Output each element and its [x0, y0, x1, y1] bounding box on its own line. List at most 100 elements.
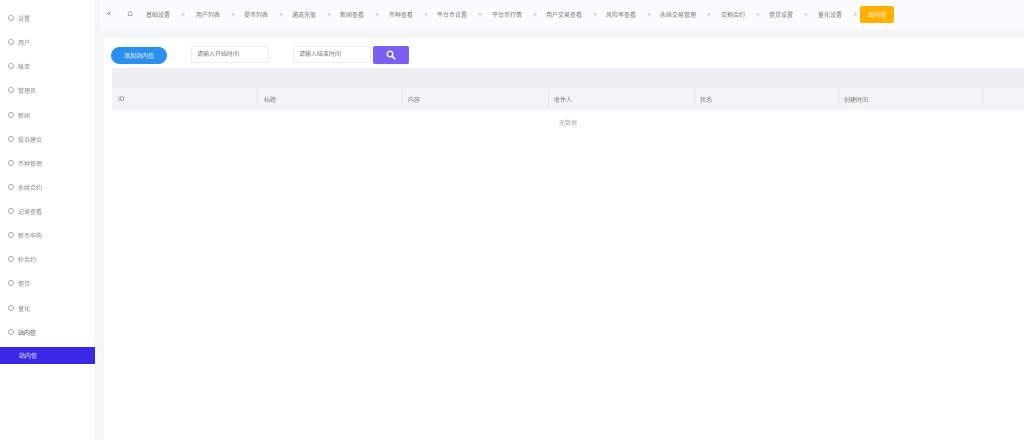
- close-icon[interactable]: ×: [231, 12, 235, 18]
- sidebar-item-seconds[interactable]: 秒合约: [0, 252, 95, 266]
- tab-loan-settings[interactable]: 借贷设置 ×: [769, 7, 808, 22]
- sidebar-item-label: 永续合约: [18, 184, 43, 192]
- tab-label: 借贷设置: [769, 12, 794, 19]
- tab-perpetual-trade[interactable]: 永续交易管理 ×: [660, 7, 711, 22]
- tab-label: 通道充值: [292, 12, 317, 19]
- tab-user-list[interactable]: 用户列表 ×: [196, 7, 235, 22]
- tab-label: 提币列表: [244, 12, 269, 19]
- seconds-icon: [8, 256, 14, 262]
- record-icon: [8, 208, 14, 214]
- sidebar-item-users[interactable]: 用户: [0, 35, 95, 49]
- bill-icon: [8, 63, 14, 69]
- column-divider: [548, 89, 549, 110]
- close-icon[interactable]: ×: [647, 12, 651, 18]
- close-icon[interactable]: ×: [327, 12, 331, 18]
- tab-platform-coin-market[interactable]: 平台币行情 ×: [492, 7, 537, 22]
- sidebar-item-label: 帐单: [18, 63, 31, 71]
- bell-icon: [8, 329, 14, 335]
- close-icon[interactable]: ×: [424, 12, 428, 18]
- column-divider: [402, 89, 403, 110]
- tab-basic-settings[interactable]: 基础设置 ×: [146, 7, 185, 22]
- close-icon[interactable]: ×: [593, 12, 597, 18]
- tab-label: 永续交易管理: [660, 12, 697, 19]
- sidebar-item-newcoin[interactable]: 新币申购: [0, 228, 95, 242]
- table-header: ID 标题 内容 收件人 状态 创建时间: [112, 89, 1024, 110]
- sidebar-subitem-label: 站内信: [19, 353, 38, 360]
- sidebar-item-admin[interactable]: 管理员: [0, 83, 95, 97]
- sidebar-item-feedback[interactable]: 投诉建议: [0, 132, 95, 146]
- sidebar-item-label: 币种管理: [18, 160, 43, 168]
- sidebar: 设置 用户 帐单 管理员 新闻 投诉建议 币种管理 永续合约 记录查看 新币申购…: [0, 0, 95, 440]
- close-icon[interactable]: ×: [478, 12, 482, 18]
- column-header-title: 标题: [264, 97, 277, 104]
- sidebar-item-label: 投诉建议: [18, 136, 43, 144]
- sidebar-item-bills[interactable]: 帐单: [0, 59, 95, 73]
- tab-news-view[interactable]: 新闻查看 ×: [340, 7, 379, 22]
- coin-icon: [8, 160, 14, 166]
- sidebar-item-quant[interactable]: 量化: [0, 301, 95, 315]
- tab-label: 币种查看: [389, 12, 414, 19]
- collapse-icon[interactable]: «: [104, 8, 114, 20]
- home-icon[interactable]: ⌂: [125, 8, 135, 20]
- admin-icon: [8, 87, 14, 93]
- tab-recharge[interactable]: 通道充值 ×: [292, 7, 331, 22]
- gear-icon: [8, 15, 14, 21]
- sidebar-item-label: 记录查看: [18, 208, 43, 216]
- sidebar-item-news[interactable]: 新闻: [0, 108, 95, 122]
- tab-withdraw-list[interactable]: 提币列表 ×: [244, 7, 283, 22]
- column-header-status: 状态: [700, 97, 713, 104]
- sidebar-subitem-messages[interactable]: 站内信: [0, 347, 95, 364]
- tab-label: 平台币行情: [492, 12, 523, 19]
- tab-quant-settings[interactable]: 量化设置 ×: [818, 7, 857, 22]
- column-divider: [257, 89, 258, 110]
- sidebar-item-settings[interactable]: 设置: [0, 11, 95, 25]
- quant-icon: [8, 305, 14, 311]
- empty-state-text: 无数据: [558, 120, 577, 127]
- table-toolbar: [112, 68, 1024, 89]
- tab-label: 用户交易查看: [546, 12, 583, 19]
- close-icon[interactable]: ×: [804, 12, 808, 18]
- column-divider: [694, 89, 695, 110]
- column-divider: [982, 89, 983, 110]
- search-button[interactable]: [373, 46, 409, 64]
- column-header-id: ID: [118, 96, 125, 103]
- sidebar-item-records[interactable]: 记录查看: [0, 204, 95, 218]
- sidebar-item-label: 新闻: [18, 112, 31, 120]
- sidebar-item-coins[interactable]: 币种管理: [0, 156, 95, 170]
- start-time-input[interactable]: [191, 46, 269, 63]
- tab-label: 新闻查看: [340, 12, 365, 19]
- tab-label: 平台币设置: [437, 12, 468, 19]
- tab-risk-rate[interactable]: 风险率查看 ×: [606, 7, 651, 22]
- feedback-icon: [8, 136, 14, 142]
- tab-platform-coin-settings[interactable]: 平台币设置 ×: [437, 7, 482, 22]
- tab-label: 量化设置: [818, 12, 843, 19]
- newcoin-icon: [8, 232, 14, 238]
- tab-user-trades[interactable]: 用户交易查看 ×: [546, 7, 597, 22]
- sidebar-item-loan[interactable]: 借贷: [0, 276, 95, 290]
- add-message-button[interactable]: 添加站内信: [111, 47, 167, 64]
- close-icon[interactable]: ×: [533, 12, 537, 18]
- column-header-content: 内容: [408, 97, 421, 104]
- contract-icon: [8, 184, 14, 190]
- close-icon[interactable]: ×: [375, 12, 379, 18]
- tab-label: 交割合约: [721, 12, 746, 19]
- tab-label: 站内信: [868, 12, 887, 19]
- user-icon: [8, 39, 14, 45]
- tab-coin-view[interactable]: 币种查看 ×: [389, 7, 428, 22]
- tab-label: 基础设置: [146, 12, 171, 19]
- close-icon[interactable]: ×: [279, 12, 283, 18]
- tab-delivery-contract[interactable]: 交割合约 ×: [721, 7, 760, 22]
- sidebar-item-label: 管理员: [18, 87, 37, 95]
- end-time-input[interactable]: [293, 46, 371, 63]
- close-icon[interactable]: ×: [707, 12, 711, 18]
- sidebar-item-label: 借贷: [18, 280, 31, 288]
- sidebar-item-label: 站内信: [18, 329, 37, 337]
- close-icon[interactable]: ×: [181, 12, 185, 18]
- sidebar-item-perpetual[interactable]: 永续合约: [0, 180, 95, 194]
- close-icon[interactable]: ×: [756, 12, 760, 18]
- search-icon: [386, 50, 396, 60]
- sidebar-item-messages[interactable]: 站内信: [0, 325, 95, 339]
- tab-messages-active[interactable]: 站内信: [860, 6, 895, 23]
- sidebar-item-label: 新币申购: [18, 232, 43, 240]
- close-icon[interactable]: ×: [853, 12, 857, 18]
